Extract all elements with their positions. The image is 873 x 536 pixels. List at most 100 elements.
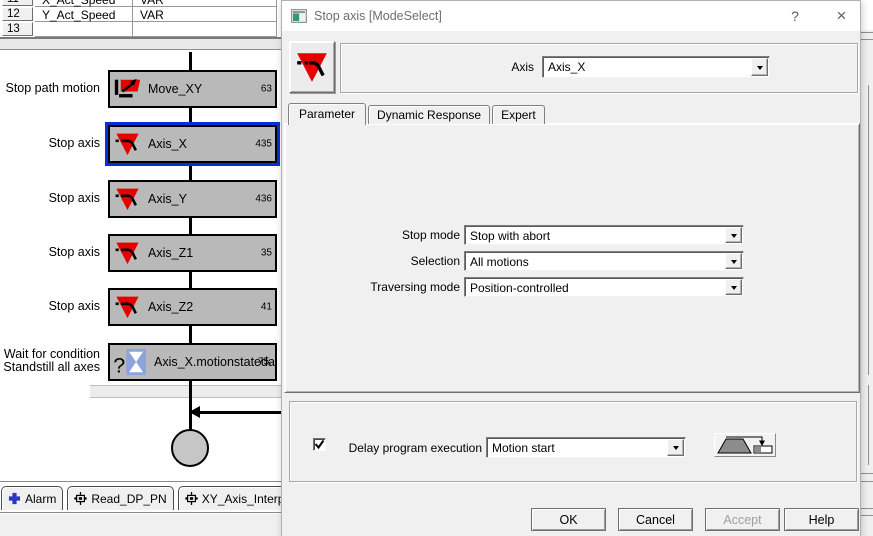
cancel-button[interactable]: Cancel <box>618 508 693 531</box>
mcc-flowchart: Stop path motion Move_XY 63 Stop axis Axis_X… <box>0 50 281 481</box>
accept-button[interactable]: Accept <box>705 508 780 531</box>
window-tab-read_dp_pn[interactable]: Read_DP_PN <box>67 486 173 510</box>
block-name: Axis_Z2 <box>148 300 193 314</box>
block-number: 436 <box>255 194 272 205</box>
axis-dropdown-value: Axis_X <box>543 57 750 77</box>
dialog-close-button[interactable]: × <box>823 1 860 31</box>
svg-text:?: ? <box>113 353 125 376</box>
block-number: 63 <box>261 84 272 95</box>
block-number: 435 <box>255 139 272 150</box>
dropdown-button[interactable] <box>751 58 768 76</box>
delay-value: Motion start <box>487 438 666 457</box>
stop-axis-icon <box>114 131 141 157</box>
selection-value: All motions <box>465 252 724 270</box>
traversing-mode-value: Position-controlled <box>465 278 724 296</box>
chevron-down-icon <box>731 286 737 293</box>
var-table-row: 13 <box>0 22 277 37</box>
delay-dropdown[interactable]: Motion start <box>486 437 686 458</box>
splitter-bar[interactable] <box>0 37 281 50</box>
stop-axis-icon <box>114 294 141 320</box>
stop-mode-value: Stop with abort <box>465 226 724 244</box>
end-node[interactable] <box>171 429 209 467</box>
block-label: Wait for conditionStandstill all axes <box>0 348 100 374</box>
mcc-chart-icon <box>185 492 198 505</box>
var-name-cell[interactable]: X_Act_Speed <box>35 0 133 7</box>
dropdown-button[interactable] <box>725 279 742 295</box>
dropdown-button[interactable] <box>725 253 742 269</box>
delay-label: Delay program execution <box>322 441 482 455</box>
block-number: 35 <box>261 248 272 259</box>
mcc-block-Axis_X.motionstatedata[interactable]: ?Axis_X.motionstatedata75. <box>108 343 277 381</box>
stop-mode-label: Stop mode <box>300 228 460 242</box>
screen: 11X_Act_SpeedVAR12Y_Act_SpeedVAR13 Stop … <box>0 0 873 536</box>
block-label: Stop path motion <box>0 82 100 95</box>
mcc-block-Axis_Y[interactable]: Axis_Y 436 <box>108 180 277 218</box>
var-table-row: 12Y_Act_SpeedVAR <box>0 7 277 22</box>
row-number-cell[interactable]: 12 <box>2 7 33 21</box>
stop-mode-dropdown[interactable]: Stop with abort <box>464 225 744 245</box>
block-label: Stop axis <box>0 137 100 150</box>
row-number-cell[interactable]: 11 <box>2 0 33 6</box>
chart-bottom-border <box>0 481 281 482</box>
mcc-block-Axis_X[interactable]: Axis_X435 <box>108 125 277 163</box>
chevron-down-icon <box>731 234 737 241</box>
ok-button[interactable]: OK <box>531 508 606 531</box>
alarm-icon <box>8 492 21 505</box>
block-label: Stop axis <box>0 246 100 259</box>
mcc-block-Axis_Z1[interactable]: Axis_Z1 35 <box>108 234 277 272</box>
stop-axis-command-icon-button[interactable] <box>289 41 335 93</box>
statusbar <box>0 514 281 536</box>
block-name: Axis_Y <box>148 192 187 206</box>
variable-table: 11X_Act_SpeedVAR12Y_Act_SpeedVAR13 <box>0 0 281 37</box>
axis-label: Axis <box>432 60 534 74</box>
var-name-cell[interactable] <box>35 22 133 37</box>
block-label: Stop axis <box>0 300 100 313</box>
dialog-title-icon <box>291 9 307 23</box>
block-name: Axis_Z1 <box>148 246 193 260</box>
tab-dynamic-response[interactable]: Dynamic Response <box>368 105 490 124</box>
chevron-down-icon <box>731 260 737 267</box>
window-tab-label: Read_DP_PN <box>91 492 166 506</box>
var-type-cell[interactable] <box>133 22 277 37</box>
bottom-tabs: AlarmRead_DP_PNXY_Axis_Interpolatio <box>1 486 320 510</box>
underlying-window-edge <box>861 0 873 536</box>
block-number: 75. <box>258 357 272 368</box>
dropdown-button[interactable] <box>725 227 742 243</box>
wait-condition-icon: ? <box>113 348 147 376</box>
velocity-profile-button[interactable] <box>714 433 776 457</box>
dialog-tabs: Parameter Dynamic Response Expert <box>288 103 547 124</box>
window-tab-alarm[interactable]: Alarm <box>1 486 63 510</box>
dialog-titlebar[interactable]: Stop axis [ModeSelect] ? × <box>282 1 860 31</box>
help-button[interactable]: Help <box>784 508 859 531</box>
mcc-block-Move_XY[interactable]: Move_XY 63 <box>108 70 277 108</box>
path-motion-icon <box>114 76 141 102</box>
chart-divider-band <box>90 385 281 398</box>
chevron-down-icon <box>757 66 763 73</box>
tab-expert[interactable]: Expert <box>492 105 545 124</box>
stop-axis-icon <box>114 240 141 266</box>
var-table-row: 11X_Act_SpeedVAR <box>0 0 277 7</box>
block-label: Stop axis <box>0 192 100 205</box>
var-type-cell[interactable]: VAR <box>133 0 277 7</box>
var-name-cell[interactable]: Y_Act_Speed <box>35 7 133 22</box>
var-type-cell[interactable]: VAR <box>133 7 277 22</box>
stop-axis-icon <box>114 186 141 212</box>
traversing-mode-dropdown[interactable]: Position-controlled <box>464 277 744 297</box>
dialog-help-button[interactable]: ? <box>777 1 813 31</box>
dialog-title: Stop axis [ModeSelect] <box>314 9 442 23</box>
block-name: Move_XY <box>148 82 202 96</box>
window-tab-label: Alarm <box>25 492 56 506</box>
axis-dropdown[interactable]: Axis_X <box>542 56 770 78</box>
merge-arrow-icon <box>189 406 200 418</box>
velocity-profile-icon <box>716 435 774 455</box>
tab-parameter[interactable]: Parameter <box>288 103 366 125</box>
selection-dropdown[interactable]: All motions <box>464 251 744 271</box>
block-number: 41 <box>261 302 272 313</box>
chevron-down-icon <box>673 446 679 453</box>
mcc-block-Axis_Z2[interactable]: Axis_Z2 41 <box>108 288 277 326</box>
traversing-mode-label: Traversing mode <box>300 280 460 294</box>
dropdown-button[interactable] <box>667 439 684 456</box>
selection-label: Selection <box>300 254 460 268</box>
stop-axis-icon <box>294 48 330 86</box>
row-number-cell[interactable]: 13 <box>2 22 33 36</box>
